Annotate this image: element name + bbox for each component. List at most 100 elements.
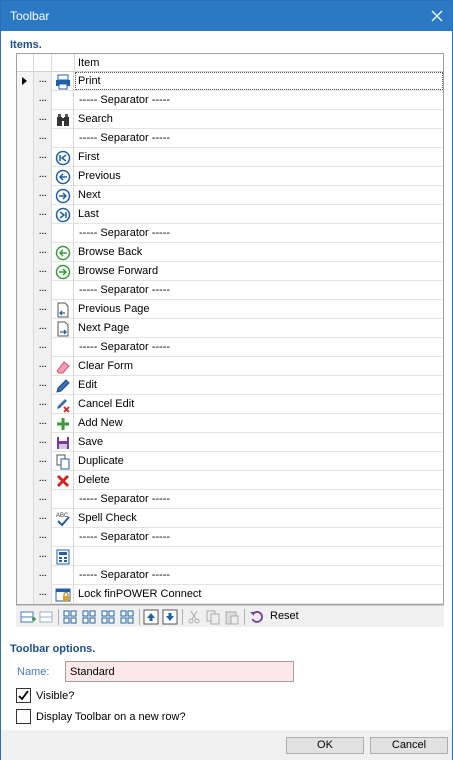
remove-row-button[interactable] [38,608,56,626]
table-row[interactable]: ... ----- Separator ----- [17,129,443,148]
close-button[interactable] [422,1,452,31]
row-label[interactable]: Edit [75,376,97,394]
row-label[interactable]: Clear Form [75,357,133,375]
table-row[interactable]: ... ABC Spell Check [17,509,443,528]
row-selector[interactable] [17,186,34,205]
row-label[interactable]: ----- Separator ----- [75,91,170,109]
table-row[interactable]: ... ----- Separator ----- [17,490,443,509]
table-row[interactable]: ... [17,547,443,566]
row-selector[interactable] [17,585,34,604]
row-ellipsis-button[interactable]: ... [34,186,52,205]
row-ellipsis-button[interactable]: ... [34,91,52,110]
paste-button[interactable] [223,608,241,626]
ok-button[interactable]: OK [286,737,364,754]
table-row[interactable]: ... Browse Back [17,243,443,262]
row-label[interactable]: Search [75,110,113,128]
row-label[interactable]: Save [75,433,103,451]
copy-button[interactable] [204,608,222,626]
cancel-button[interactable]: Cancel [370,737,448,754]
items-grid[interactable]: Item ... Print... ----- Separator -----...… [16,53,444,605]
grid-view-button[interactable] [61,608,79,626]
table-row[interactable]: ... Browse Forward [17,262,443,281]
reset-button[interactable] [248,608,266,626]
row-label[interactable]: Browse Forward [75,262,158,280]
row-ellipsis-button[interactable]: ... [34,357,52,376]
table-row[interactable]: ... Clear Form [17,357,443,376]
row-selector[interactable] [17,414,34,433]
row-ellipsis-button[interactable]: ... [34,262,52,281]
row-label[interactable] [75,547,443,565]
table-row[interactable]: ... ----- Separator ----- [17,528,443,547]
row-ellipsis-button[interactable]: ... [34,224,52,243]
row-label[interactable]: Spell Check [75,509,137,527]
row-ellipsis-button[interactable]: ... [34,547,52,566]
row-selector[interactable] [17,224,34,243]
table-row[interactable]: ... Duplicate [17,452,443,471]
table-row[interactable]: ... Cancel Edit [17,395,443,414]
row-ellipsis-button[interactable]: ... [34,376,52,395]
row-label[interactable]: ----- Separator ----- [75,281,170,299]
row-ellipsis-button[interactable]: ... [34,471,52,490]
new-row-label[interactable]: Display Toolbar on a new row? [36,711,186,723]
row-label[interactable]: ----- Separator ----- [75,528,170,546]
reset-label[interactable]: Reset [270,610,299,622]
table-row[interactable]: ... First [17,148,443,167]
row-selector[interactable] [17,72,34,91]
row-ellipsis-button[interactable]: ... [34,243,52,262]
row-ellipsis-button[interactable]: ... [34,300,52,319]
header-item[interactable]: Item [74,54,443,72]
row-ellipsis-button[interactable]: ... [34,205,52,224]
row-selector[interactable] [17,91,34,110]
new-row-checkbox[interactable] [16,709,31,724]
insert-row-button[interactable] [19,608,37,626]
row-selector[interactable] [17,205,34,224]
row-selector[interactable] [17,319,34,338]
row-selector[interactable] [17,376,34,395]
table-row[interactable]: ... Last [17,205,443,224]
row-label[interactable]: ----- Separator ----- [75,129,170,147]
grid-view-button-3[interactable] [99,608,117,626]
table-row[interactable]: ... Edit [17,376,443,395]
row-selector[interactable] [17,281,34,300]
visible-label[interactable]: Visible? [36,690,74,702]
row-label[interactable]: Delete [75,471,110,489]
row-ellipsis-button[interactable]: ... [34,148,52,167]
row-selector[interactable] [17,471,34,490]
table-row[interactable]: ... Lock finPOWER Connect [17,585,443,604]
row-ellipsis-button[interactable]: ... [34,585,52,604]
row-selector[interactable] [17,300,34,319]
visible-checkbox[interactable] [16,688,31,703]
row-ellipsis-button[interactable]: ... [34,509,52,528]
row-ellipsis-button[interactable]: ... [34,110,52,129]
row-ellipsis-button[interactable]: ... [34,452,52,471]
row-label[interactable]: Cancel Edit [75,395,134,413]
table-row[interactable]: ... ----- Separator ----- [17,224,443,243]
row-ellipsis-button[interactable]: ... [34,528,52,547]
table-row[interactable]: ... Delete [17,471,443,490]
row-selector[interactable] [17,528,34,547]
row-selector[interactable] [17,262,34,281]
row-ellipsis-button[interactable]: ... [34,338,52,357]
row-selector[interactable] [17,433,34,452]
row-label[interactable]: Next [75,186,101,204]
move-up-button[interactable] [142,608,160,626]
row-ellipsis-button[interactable]: ... [34,129,52,148]
move-down-button[interactable] [161,608,179,626]
row-selector[interactable] [17,110,34,129]
row-label[interactable]: ----- Separator ----- [75,490,170,508]
row-label[interactable]: Add New [75,414,123,432]
row-ellipsis-button[interactable]: ... [34,414,52,433]
row-label[interactable]: Next Page [75,319,129,337]
row-selector[interactable] [17,148,34,167]
row-label[interactable]: Browse Back [75,243,142,261]
table-row[interactable]: ... Next Page [17,319,443,338]
row-label[interactable]: First [75,148,99,166]
row-label[interactable]: Print [75,72,443,90]
row-ellipsis-button[interactable]: ... [34,72,52,91]
grid-view-button-4[interactable] [118,608,136,626]
row-label[interactable]: Lock finPOWER Connect [75,585,202,603]
row-label[interactable]: ----- Separator ----- [75,566,170,584]
row-label[interactable]: ----- Separator ----- [75,224,170,242]
row-selector[interactable] [17,452,34,471]
row-selector[interactable] [17,566,34,585]
